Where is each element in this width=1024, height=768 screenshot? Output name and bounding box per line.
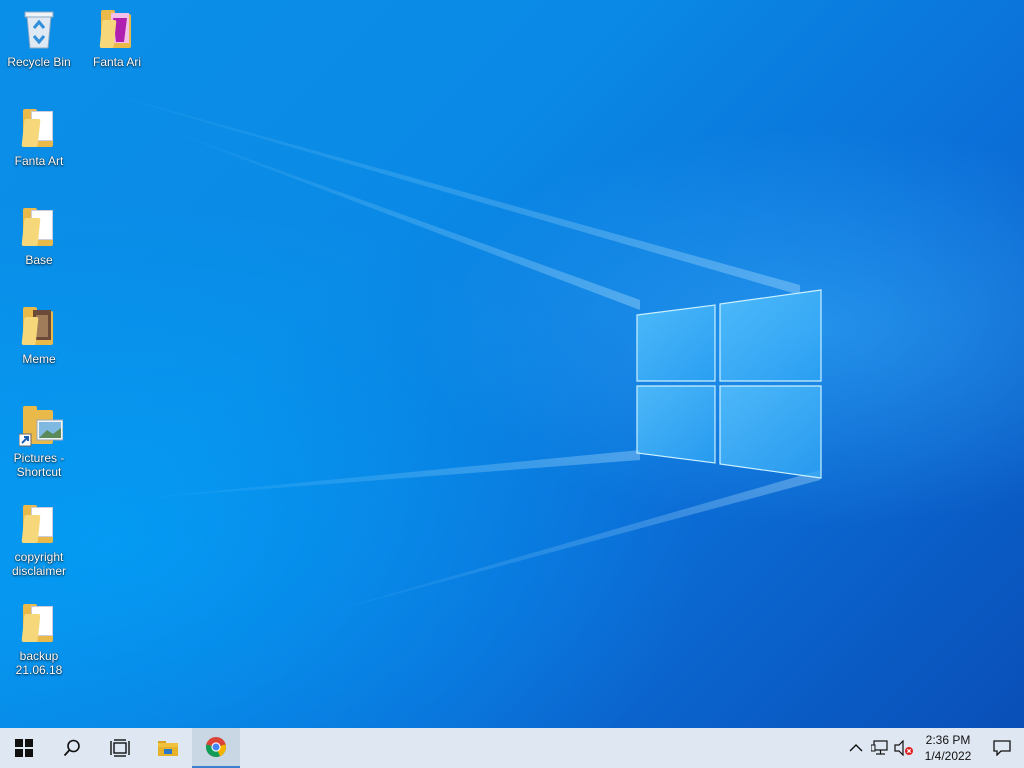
folder-shortcut-icon xyxy=(19,404,63,448)
notification-icon xyxy=(993,740,1011,756)
desktop-icon-label: Meme xyxy=(22,352,56,366)
search-icon xyxy=(63,739,80,757)
desktop-wallpaper xyxy=(0,0,1024,728)
file-explorer-icon xyxy=(158,741,178,756)
clock[interactable]: 2:36 PM 1/4/2022 xyxy=(916,732,980,764)
action-center-button[interactable] xyxy=(980,728,1024,768)
folder-icon xyxy=(19,602,59,646)
desktop-icon-fanta-ari[interactable]: Fanta Ari xyxy=(81,8,153,69)
taskbar: 2:36 PM 1/4/2022 xyxy=(0,728,1024,768)
task-view-icon xyxy=(110,739,130,757)
system-tray: 2:36 PM 1/4/2022 xyxy=(844,728,1024,768)
desktop-icon-meme[interactable]: Meme xyxy=(3,305,75,366)
network-icon xyxy=(871,740,888,755)
desktop-icon-pictures-shortcut[interactable]: Pictures - Shortcut xyxy=(3,404,75,479)
desktop-icon-base[interactable]: Base xyxy=(3,206,75,267)
desktop-icon-label: Base xyxy=(25,253,53,267)
volume-muted-icon xyxy=(894,740,913,756)
start-button[interactable] xyxy=(0,728,48,768)
windows-logo-icon xyxy=(15,739,33,757)
desktop-icon-label: Pictures - Shortcut xyxy=(13,451,65,479)
windows-logo-pane xyxy=(636,289,822,479)
chrome-icon xyxy=(205,737,227,758)
desktop-icon-label: Recycle Bin xyxy=(7,55,71,69)
desktop-icon-backup[interactable]: backup 21.06.18 xyxy=(3,602,75,677)
volume-button[interactable] xyxy=(892,728,916,768)
desktop-icon-label: Fanta Art xyxy=(14,154,64,168)
chrome-button[interactable] xyxy=(192,728,240,768)
folder-icon xyxy=(97,8,137,52)
folder-icon xyxy=(19,305,59,349)
search-button[interactable] xyxy=(48,728,96,768)
recycle-bin-icon xyxy=(19,8,59,52)
folder-icon xyxy=(19,206,59,250)
show-hidden-icons-button[interactable] xyxy=(844,728,868,768)
clock-date: 1/4/2022 xyxy=(924,749,972,763)
desktop-icon-fanta-art[interactable]: Fanta Art xyxy=(3,107,75,168)
task-view-button[interactable] xyxy=(96,728,144,768)
desktop-icon-recycle-bin[interactable]: Recycle Bin xyxy=(3,8,75,69)
file-explorer-button[interactable] xyxy=(144,728,192,768)
wallpaper-light-beams xyxy=(60,80,822,620)
chevron-up-icon xyxy=(849,744,863,752)
desktop-icon-copyright-disclaimer[interactable]: copyright disclaimer xyxy=(3,503,75,578)
clock-time: 2:36 PM xyxy=(925,733,971,747)
desktop-icon-label: copyright disclaimer xyxy=(11,550,66,578)
desktop-icon-label: Fanta Ari xyxy=(92,55,142,69)
network-button[interactable] xyxy=(868,728,892,768)
folder-icon xyxy=(19,107,59,151)
folder-icon xyxy=(19,503,59,547)
desktop-icon-label: backup 21.06.18 xyxy=(15,649,63,677)
